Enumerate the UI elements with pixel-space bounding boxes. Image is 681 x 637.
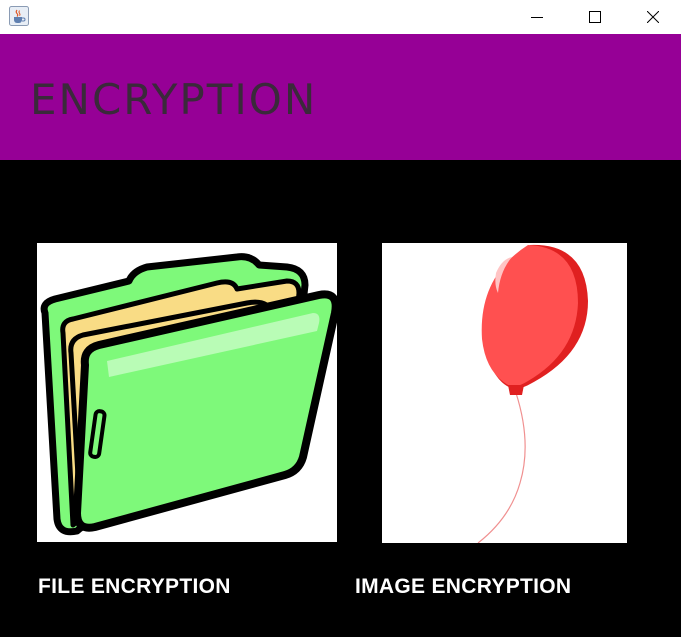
folder-icon (40, 253, 337, 536)
page-title: ENCRYPTION (30, 75, 318, 124)
minimize-button[interactable] (508, 0, 566, 34)
file-encryption-label[interactable]: FILE ENCRYPTION (38, 575, 231, 599)
close-icon (647, 11, 659, 23)
file-encryption-tile[interactable] (37, 243, 337, 542)
main-panel: FILE ENCRYPTION IMAGE ENCRYPTION (0, 160, 681, 637)
minimize-icon (531, 17, 543, 18)
close-button[interactable] (624, 0, 681, 34)
header-banner: ENCRYPTION (0, 34, 681, 160)
balloon-icon (477, 244, 588, 543)
java-coffee-cup-icon[interactable] (9, 6, 29, 26)
image-encryption-tile[interactable] (382, 243, 627, 543)
image-encryption-label[interactable]: IMAGE ENCRYPTION (355, 575, 571, 599)
title-bar (0, 0, 681, 34)
maximize-button[interactable] (566, 0, 624, 34)
maximize-icon (589, 11, 601, 23)
